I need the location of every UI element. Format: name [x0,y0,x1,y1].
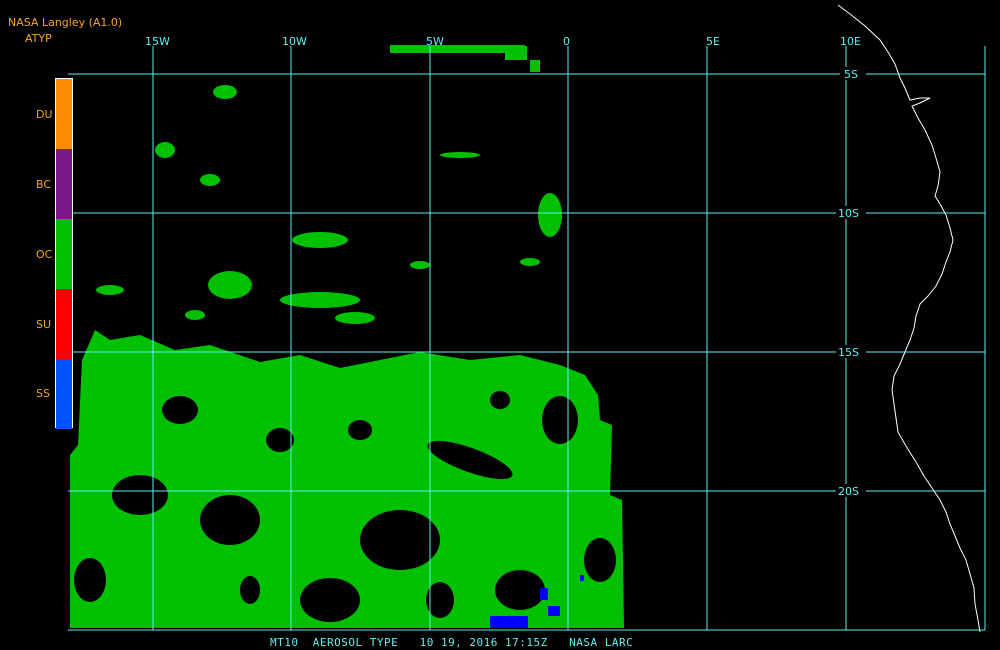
legend-swatch-ss [56,359,72,429]
legend-label-oc: OC [36,248,53,261]
legend-swatch-oc [56,219,72,289]
aerosol-type-legend [55,78,73,429]
coastline [837,4,981,633]
legend-swatch-du [56,79,72,149]
legend-swatch-bc [56,149,72,219]
aerosol-map: 15W 10W 5W 0 5E 10E 5S 10S 15S 20S [68,4,986,633]
lon-label: 5W [426,35,444,48]
header-title: NASA Langley (A1.0) [8,16,123,29]
legend-label-ss: SS [36,387,50,400]
legend-label-bc: BC [36,178,52,191]
lon-label: 10E [840,35,861,48]
lon-label: 5E [706,35,720,48]
lon-label: 10W [282,35,307,48]
lat-label: 20S [838,485,859,498]
legend-swatch-su [56,289,72,359]
legend-label-su: SU [36,318,52,331]
lat-label: 5S [844,68,858,81]
product-name: ATYP [25,32,52,45]
lon-label: 15W [145,35,170,48]
lat-label: 15S [838,346,859,359]
lat-label: 10S [838,207,859,220]
lon-label: 0 [563,35,570,48]
footer-caption: MT10 AEROSOL TYPE 10 19, 2016 17:15Z NAS… [270,636,634,649]
oc-scattered-patches [96,45,562,324]
legend-label-du: DU [36,108,53,121]
latitude-labels: 5S 10S 15S 20S [836,67,866,498]
